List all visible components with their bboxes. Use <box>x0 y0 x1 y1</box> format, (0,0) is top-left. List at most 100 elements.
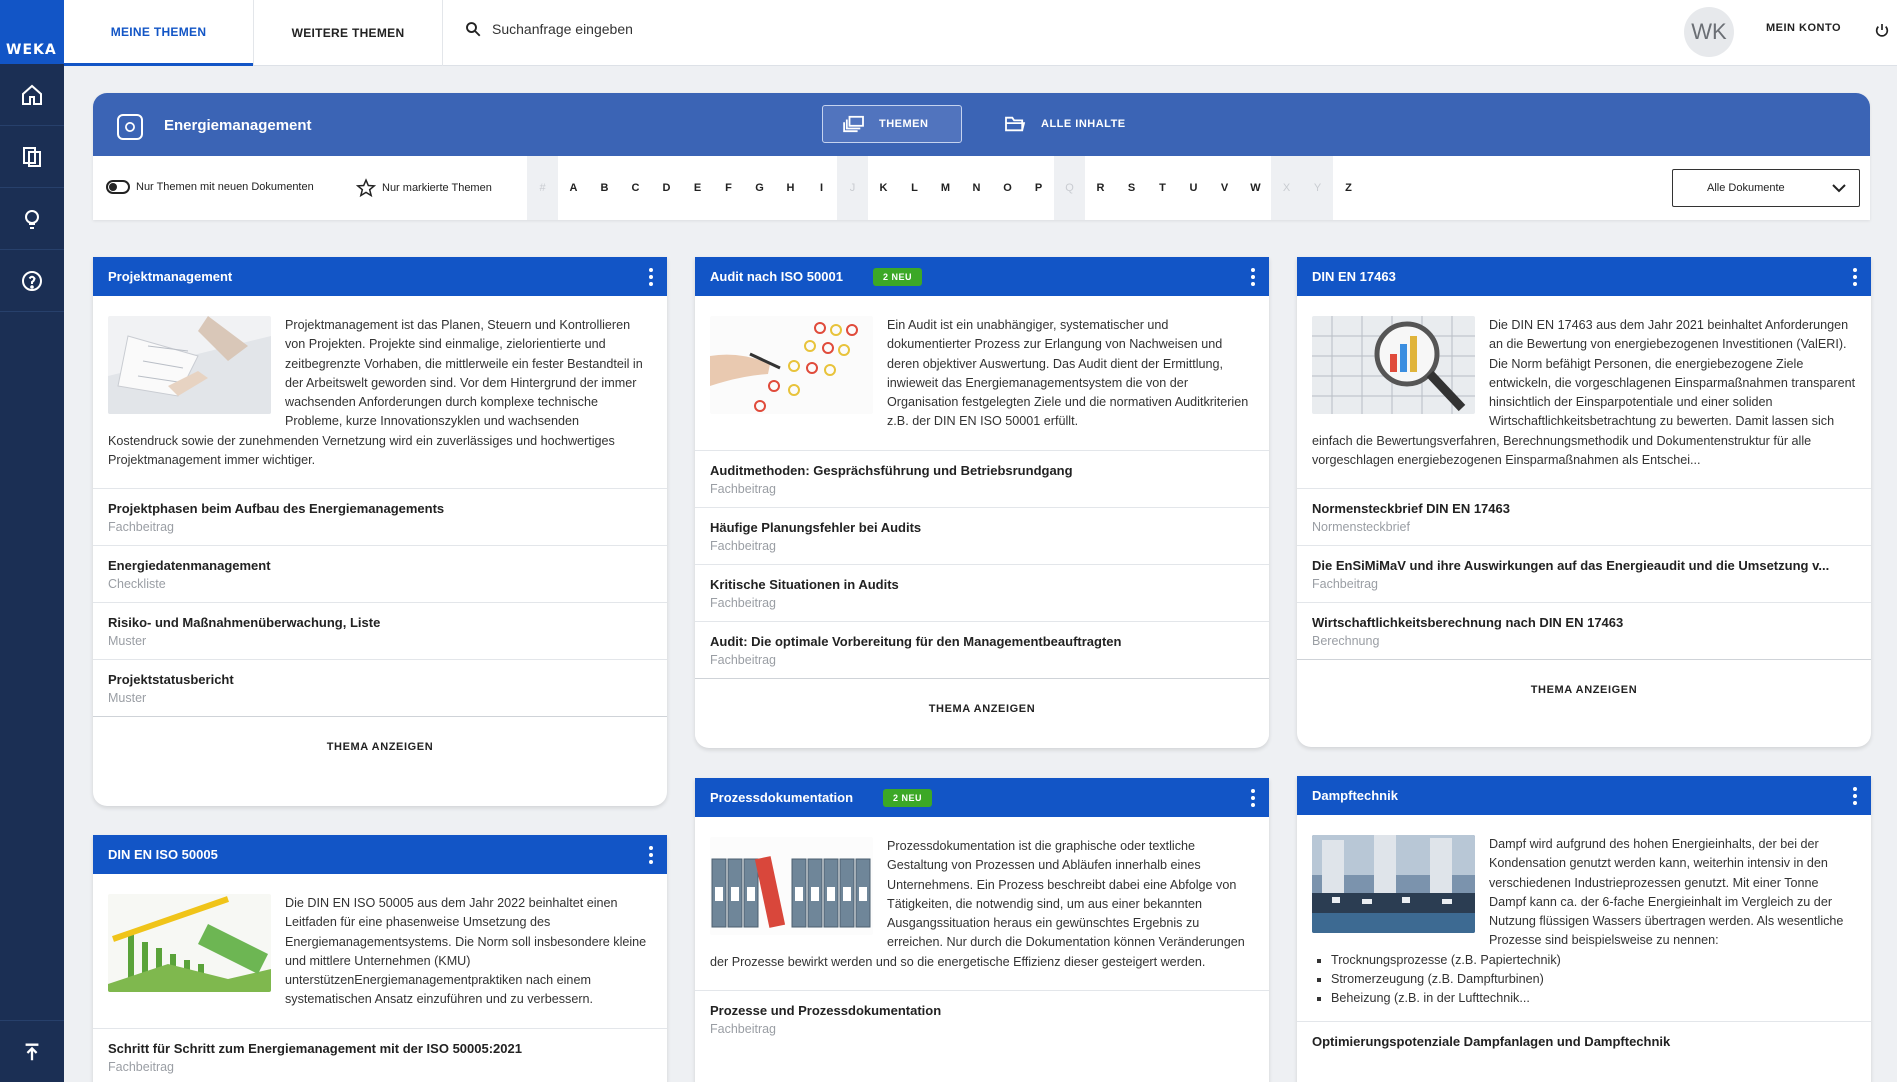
tab-weitere-themen[interactable]: WEITERE THEMEN <box>253 0 443 66</box>
topic-panel: Energiemanagement THEMEN ALLE INHALTE Nu… <box>93 93 1870 220</box>
list-item[interactable]: Schritt für Schritt zum Energiemanagemen… <box>93 1029 667 1082</box>
list-item[interactable]: Audit: Die optimale Vorbereitung für den… <box>695 622 1269 678</box>
alphabet-letter[interactable]: K <box>868 156 899 220</box>
card-header[interactable]: Prozessdokumentation 2 NEU <box>695 778 1269 817</box>
show-topic-button[interactable]: THEMA ANZEIGEN <box>93 716 667 778</box>
doc-title: Die EnSiMiMaV und ihre Auswirkungen auf … <box>1312 558 1830 574</box>
star-icon <box>356 178 376 198</box>
sidebar-home-button[interactable] <box>0 64 64 126</box>
card-header[interactable]: Audit nach ISO 50001 2 NEU <box>695 257 1269 296</box>
alphabet-letter[interactable]: O <box>992 156 1023 220</box>
sidebar-help-button[interactable] <box>0 250 64 312</box>
list-item[interactable]: Prozesse und Prozessdokumentation Fachbei… <box>695 991 1269 1047</box>
card-text: Ein Audit ist ein unabhängiger, systemat… <box>887 318 1249 429</box>
top-bar: MEINE THEMEN WEITERE THEMEN Suchanfrage … <box>64 0 1897 66</box>
alphabet-letter[interactable]: T <box>1147 156 1178 220</box>
search-field[interactable]: Suchanfrage eingeben <box>464 20 633 38</box>
alphabet-letter[interactable]: P <box>1023 156 1054 220</box>
sidebar-documents-button[interactable] <box>0 126 64 188</box>
doc-type: Fachbeitrag <box>710 652 777 667</box>
more-options-icon[interactable] <box>1251 268 1255 286</box>
search-placeholder: Suchanfrage eingeben <box>492 21 633 37</box>
documents-icon <box>23 146 41 167</box>
card-header[interactable]: DIN EN ISO 50005 <box>93 835 667 874</box>
card-header[interactable]: Projektmanagement <box>93 257 667 296</box>
alphabet-letter[interactable]: U <box>1178 156 1209 220</box>
doc-title: Prozesse und Prozessdokumentation <box>710 1003 942 1019</box>
topic-card-projektmanagement: Projektmanagement Projektmanagement ist … <box>93 257 667 806</box>
document-filter-dropdown[interactable]: Alle Dokumente <box>1672 169 1860 207</box>
card-header[interactable]: Dampftechnik <box>1297 776 1871 815</box>
alphabet-letter[interactable]: A <box>558 156 589 220</box>
alphabet-letter[interactable]: N <box>961 156 992 220</box>
topic-icon <box>117 114 143 140</box>
scroll-top-icon <box>25 1043 39 1060</box>
alphabet-letter[interactable]: R <box>1085 156 1116 220</box>
alphabet-letter[interactable]: I <box>806 156 837 220</box>
doc-title: Häufige Planungsfehler bei Audits <box>710 519 922 535</box>
alphabet-letter: Q <box>1054 156 1085 220</box>
weka-logo[interactable]: WEKA <box>0 0 64 64</box>
alphabet-letter[interactable]: G <box>744 156 775 220</box>
doc-type: Normensteckbrief <box>1312 520 1410 535</box>
tab-meine-themen[interactable]: MEINE THEMEN <box>64 0 253 66</box>
list-item[interactable]: Risiko- und Maßnahmenüberwachung, Liste M… <box>93 603 667 661</box>
list-item[interactable]: Auditmethoden: Gesprächsführung und Betr… <box>695 451 1269 508</box>
alphabet-letter[interactable]: C <box>620 156 651 220</box>
card-description: Dampf wird aufgrund des hohen Energieinh… <box>1297 815 1871 1022</box>
tab-label: MEINE THEMEN <box>110 24 207 39</box>
page-title: Energiemanagement <box>164 117 312 134</box>
alphabet-letter[interactable]: W <box>1240 156 1271 220</box>
search-icon <box>466 22 481 37</box>
list-item[interactable]: Normensteckbrief DIN EN 17463 Normensteck… <box>1297 489 1871 547</box>
new-docs-toggle[interactable]: Nur Themen mit neuen Dokumenten <box>106 180 314 194</box>
list-item[interactable]: Wirtschaftlichkeitsberechnung nach DIN E… <box>1297 603 1871 659</box>
help-icon <box>22 270 42 291</box>
more-options-icon[interactable] <box>1251 789 1255 807</box>
list-item[interactable]: Häufige Planungsfehler bei Audits Fachbei… <box>695 508 1269 565</box>
more-options-icon[interactable] <box>649 268 653 286</box>
card-header[interactable]: DIN EN 17463 <box>1297 257 1871 296</box>
card-description: Die DIN EN ISO 50005 aus dem Jahr 2022 b… <box>93 874 667 1029</box>
alphabet-letter[interactable]: F <box>713 156 744 220</box>
more-options-icon[interactable] <box>649 846 653 864</box>
toggle-switch-icon <box>106 180 130 194</box>
alphabet-filter: # A B C D E F G H I J K L M N O P Q R S T U V W X Y Z <box>527 156 1364 220</box>
more-options-icon[interactable] <box>1853 268 1857 286</box>
account-link[interactable]: MEIN KONTO <box>1766 22 1841 34</box>
show-topic-button[interactable]: THEMA ANZEIGEN <box>695 677 1269 739</box>
list-item[interactable]: Energiedatenmanagement Checkliste <box>93 546 667 604</box>
scroll-top-button[interactable] <box>0 1020 64 1082</box>
card-description: Die DIN EN 17463 aus dem Jahr 2021 beinh… <box>1297 296 1871 490</box>
more-options-icon[interactable] <box>1853 787 1857 805</box>
sidebar-ideas-button[interactable] <box>0 188 64 250</box>
segment-label: THEMEN <box>879 118 929 130</box>
list-item[interactable]: Die EnSiMiMaV und ihre Auswirkungen auf … <box>1297 546 1871 604</box>
alphabet-letter[interactable]: D <box>651 156 682 220</box>
card-thumbnail <box>710 316 873 414</box>
marked-topics-filter[interactable]: Nur markierte Themen <box>356 178 492 198</box>
alphabet-letter[interactable]: B <box>589 156 620 220</box>
segment-alle-inhalte[interactable]: ALLE INHALTE <box>983 105 1146 143</box>
show-topic-button[interactable]: THEMA ANZEIGEN <box>1297 659 1871 721</box>
card-title: Prozessdokumentation <box>710 790 854 805</box>
segment-themen[interactable]: THEMEN <box>822 105 962 143</box>
alphabet-letter[interactable]: E <box>682 156 713 220</box>
alphabet-letter[interactable]: L <box>899 156 930 220</box>
alphabet-letter[interactable]: M <box>930 156 961 220</box>
logout-button[interactable] <box>1874 22 1890 43</box>
alphabet-letter[interactable]: V <box>1209 156 1240 220</box>
doc-type: Fachbeitrag <box>1312 577 1379 592</box>
dropdown-value: Alle Dokumente <box>1707 182 1785 194</box>
list-item[interactable]: Projektphasen beim Aufbau des Energieman… <box>93 489 667 547</box>
list-item[interactable]: Projektstatusbericht Muster <box>93 660 667 716</box>
alphabet-letter[interactable]: S <box>1116 156 1147 220</box>
alphabet-letter[interactable]: Z <box>1333 156 1364 220</box>
new-badge: 2 NEU <box>883 788 933 807</box>
doc-title: Normensteckbrief DIN EN 17463 <box>1312 501 1510 517</box>
list-item[interactable]: Kritische Situationen in Audits Fachbeitr… <box>695 565 1269 622</box>
card-thumbnail <box>108 894 271 992</box>
alphabet-letter[interactable]: H <box>775 156 806 220</box>
avatar[interactable]: WK <box>1684 7 1734 57</box>
list-item[interactable]: Optimierungspotenziale Dampfanlagen und … <box>1297 1022 1871 1060</box>
